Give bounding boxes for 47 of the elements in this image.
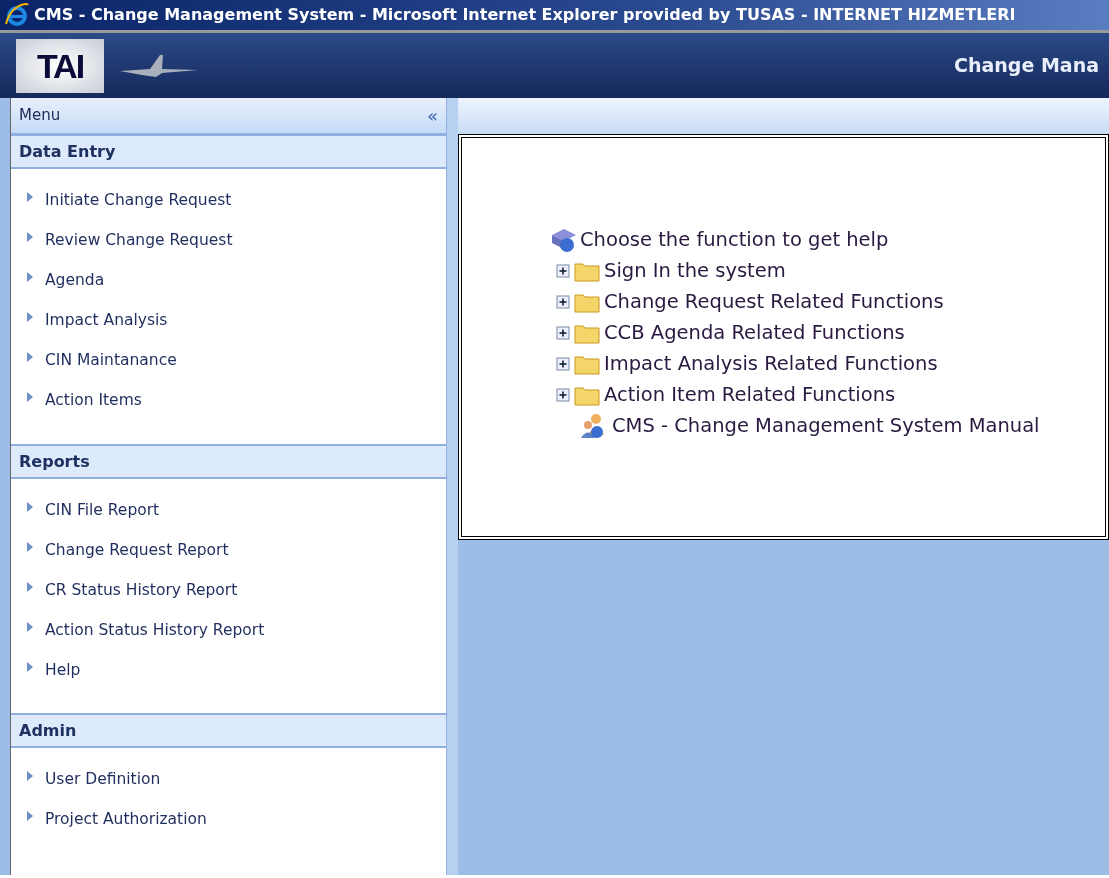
expand-icon[interactable] bbox=[556, 263, 570, 278]
menu-item[interactable]: Change Request Report bbox=[11, 531, 446, 571]
help-topic[interactable]: CCB Agenda Related Functions bbox=[604, 317, 905, 348]
logo: TAI bbox=[16, 38, 104, 93]
arrow-icon bbox=[27, 622, 33, 632]
expand-icon[interactable] bbox=[556, 325, 570, 340]
menu-item[interactable]: Help bbox=[11, 651, 446, 691]
help-topic[interactable]: Action Item Related Functions bbox=[604, 379, 896, 410]
help-topic[interactable]: Change Request Related Functions bbox=[604, 286, 944, 317]
browser-icon bbox=[4, 2, 30, 28]
window-title: CMS - Change Management System - Microsoft Internet Explorer provided by TUSAS - INTERNET HIZMETLERI bbox=[34, 4, 1016, 26]
expand-icon[interactable] bbox=[556, 387, 570, 402]
arrow-icon bbox=[27, 662, 33, 672]
arrow-icon bbox=[27, 272, 33, 282]
arrow-icon bbox=[27, 392, 33, 402]
arrow-icon bbox=[27, 582, 33, 592]
menu-item[interactable]: Review Change Request bbox=[11, 221, 446, 261]
menu-item[interactable]: Impact Analysis bbox=[11, 301, 446, 341]
menu-item[interactable]: Initiate Change Request bbox=[11, 181, 446, 221]
help-title: Choose the function to get help bbox=[580, 226, 889, 253]
arrow-icon bbox=[27, 542, 33, 552]
help-topic[interactable]: CMS - Change Management System Manual bbox=[612, 410, 1040, 441]
section-header[interactable]: Admin bbox=[19, 718, 77, 743]
expand-icon[interactable] bbox=[556, 294, 570, 309]
menu-item[interactable]: User Definition bbox=[11, 760, 446, 800]
arrow-icon bbox=[27, 312, 33, 322]
menu-item[interactable]: Project Authorization bbox=[11, 800, 446, 840]
help-topic[interactable]: Sign In the system bbox=[604, 255, 786, 286]
menu-item[interactable]: CIN Maintanance bbox=[11, 341, 446, 381]
arrow-icon bbox=[27, 192, 33, 202]
arrow-icon bbox=[27, 811, 33, 821]
arrow-icon bbox=[27, 352, 33, 362]
menu-title: Menu bbox=[19, 105, 61, 127]
arrow-icon bbox=[27, 771, 33, 781]
menu-item[interactable]: CR Status History Report bbox=[11, 571, 446, 611]
help-topic[interactable]: Impact Analysis Related Functions bbox=[604, 348, 938, 379]
arrow-icon bbox=[27, 232, 33, 242]
collapse-button[interactable]: « bbox=[427, 106, 438, 125]
menu-item[interactable]: Action Items bbox=[11, 381, 446, 421]
menu-item[interactable]: CIN File Report bbox=[11, 491, 446, 531]
menu-item[interactable]: Agenda bbox=[11, 261, 446, 301]
arrow-icon bbox=[27, 502, 33, 512]
section-header[interactable]: Data Entry bbox=[19, 139, 116, 164]
section-header[interactable]: Reports bbox=[19, 449, 90, 474]
menu-item[interactable]: Action Status History Report bbox=[11, 611, 446, 651]
expand-icon[interactable] bbox=[556, 356, 570, 371]
app-title: Change Mana bbox=[954, 53, 1099, 79]
